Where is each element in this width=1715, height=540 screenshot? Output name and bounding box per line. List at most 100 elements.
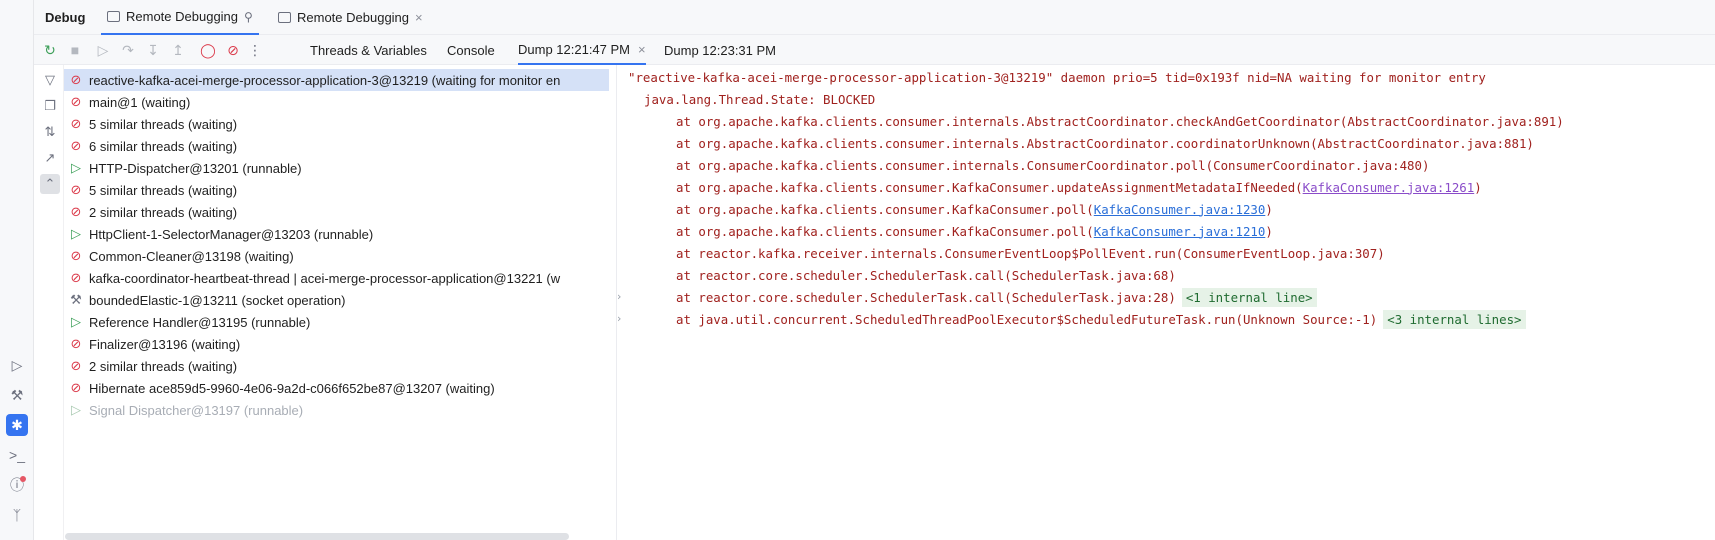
frame-text-end: ) <box>1474 179 1482 195</box>
tab-console[interactable]: Console <box>447 35 495 65</box>
tab-threads-variables[interactable]: Threads & Variables <box>310 35 427 65</box>
thread-label: HttpClient-1-SelectorManager@13203 (runn… <box>89 226 374 242</box>
thread-row[interactable]: ▷ HttpClient-1-SelectorManager@13203 (run… <box>64 223 609 245</box>
tab-dump-2[interactable]: Dump 12:23:31 PM <box>664 35 776 65</box>
thread-row[interactable]: ⊘ Hibernate ace859d5-9960-4e06-9a2d-c066f… <box>64 377 609 399</box>
horizontal-scrollbar[interactable] <box>65 533 569 540</box>
thread-label: 6 similar threads (waiting) <box>89 138 238 154</box>
runnable-thread-icon: ▷ <box>71 226 81 241</box>
sort-icon[interactable]: ⇅ <box>40 122 60 142</box>
terminal-icon[interactable]: >_ <box>6 444 28 466</box>
thread-row[interactable]: ▷ Signal Dispatcher@13197 (runnable) <box>64 399 609 421</box>
copy-icon[interactable]: ❐ <box>40 96 60 116</box>
thread-row[interactable]: ⊘ Finalizer@13196 (waiting) <box>64 333 609 355</box>
frame-text: at reactor.core.scheduler.SchedulerTask.… <box>676 289 1176 305</box>
stack-frame-line: at org.apache.kafka.clients.consumer.Kaf… <box>628 220 1715 242</box>
step-into-icon[interactable]: ↧ <box>144 41 162 59</box>
remote-debug-icon <box>278 12 291 23</box>
thread-dump-actions: ▽ ❐ ⇅ ↗ ⌃ <box>34 65 64 540</box>
socket-thread-icon: ⚒ <box>70 292 82 307</box>
tab-label: Remote Debugging <box>126 9 239 24</box>
tool-window-strip: ▷ ⚒ ✱ >_ ⓘ ᛉ <box>0 0 34 540</box>
thread-label: Reference Handler@13195 (runnable) <box>89 314 311 330</box>
export-icon[interactable]: ↗ <box>40 148 60 168</box>
close-icon[interactable]: × <box>638 42 646 57</box>
thread-label: Common-Cleaner@13198 (waiting) <box>89 248 294 264</box>
pin-icon[interactable]: ⚲ <box>244 10 253 24</box>
frame-text: at org.apache.kafka.clients.consumer.int… <box>676 157 1430 173</box>
thread-label: Hibernate ace859d5-9960-4e06-9a2d-c066f6… <box>89 380 495 396</box>
thread-label: Signal Dispatcher@13197 (runnable) <box>89 402 304 418</box>
frame-text: at java.util.concurrent.ScheduledThreadP… <box>676 311 1378 327</box>
thread-row[interactable]: ▷ HTTP-Dispatcher@13201 (runnable) <box>64 157 609 179</box>
problems-icon[interactable]: ⓘ <box>6 474 28 496</box>
source-link[interactable]: KafkaConsumer.java:1210 <box>1094 224 1266 239</box>
tab-label: Threads & Variables <box>310 42 427 58</box>
waiting-thread-icon: ⊘ <box>70 116 82 131</box>
thread-label: 2 similar threads (waiting) <box>89 204 238 220</box>
stack-frame-line: at org.apache.kafka.clients.consumer.int… <box>628 154 1715 176</box>
close-icon[interactable]: × <box>415 10 423 25</box>
filter-icon[interactable]: ▽ <box>40 70 60 90</box>
thread-label: 5 similar threads (waiting) <box>89 182 238 198</box>
step-out-icon[interactable]: ↥ <box>169 41 187 59</box>
thread-row[interactable]: ⚒ boundedElastic-1@13211 (socket operatio… <box>64 289 609 311</box>
runnable-thread-icon: ▷ <box>71 314 81 329</box>
thread-row[interactable]: ⊘ main@1 (waiting) <box>64 91 609 113</box>
thread-row[interactable]: ⊘ 5 similar threads (waiting) <box>64 113 609 135</box>
thread-row[interactable]: ▷ Reference Handler@13195 (runnable) <box>64 311 609 333</box>
frame-text: at org.apache.kafka.clients.consumer.Kaf… <box>676 179 1303 195</box>
thread-label: HTTP-Dispatcher@13201 (runnable) <box>89 160 302 176</box>
waiting-thread-icon: ⊘ <box>70 380 82 395</box>
tab-remote-debugging-2[interactable]: Remote Debugging × <box>272 0 429 35</box>
folded-lines-badge[interactable]: <1 internal line> <box>1181 287 1317 307</box>
mute-breakpoints-icon[interactable]: ⊘ <box>224 41 242 59</box>
thread-label: boundedElastic-1@13211 (socket operation… <box>89 292 346 308</box>
tab-dump-1[interactable]: Dump 12:21:47 PM × <box>518 35 646 65</box>
stack-frame-line: at reactor.core.scheduler.SchedulerTask.… <box>628 286 1715 308</box>
thread-row[interactable]: ⊘ reactive-kafka-acei-merge-processor-app… <box>64 69 609 91</box>
thread-row[interactable]: ⊘ kafka-coordinator-heartbeat-thread | ac… <box>64 267 609 289</box>
resume-icon[interactable]: ▷ <box>94 41 112 59</box>
view-breakpoints-icon[interactable]: ◯ <box>199 41 217 59</box>
source-link[interactable]: KafkaConsumer.java:1261 <box>1303 180 1475 195</box>
thread-row[interactable]: ⊘ 2 similar threads (waiting) <box>64 355 609 377</box>
waiting-thread-icon: ⊘ <box>70 204 82 219</box>
frame-text: at reactor.core.scheduler.SchedulerTask.… <box>676 267 1176 283</box>
stack-trace-view: "reactive-kafka-acei-merge-processor-app… <box>628 66 1715 540</box>
more-options-icon[interactable]: ⋮ <box>246 41 264 59</box>
tab-remote-debugging-1[interactable]: Remote Debugging ⚲ <box>101 0 259 35</box>
debug-bug-icon[interactable]: ✱ <box>6 414 28 436</box>
expand-arrow-icon[interactable]: › <box>617 290 629 303</box>
waiting-thread-icon: ⊘ <box>70 336 82 351</box>
waiting-thread-icon: ⊘ <box>70 182 82 197</box>
thread-row[interactable]: ⊘ Common-Cleaner@13198 (waiting) <box>64 245 609 267</box>
stack-frame-line: at org.apache.kafka.clients.consumer.int… <box>628 132 1715 154</box>
build-hammer-icon[interactable]: ⚒ <box>6 384 28 406</box>
collapse-icon[interactable]: ⌃ <box>40 174 60 194</box>
thread-label: Finalizer@13196 (waiting) <box>89 336 241 352</box>
frame-text: at org.apache.kafka.clients.consumer.int… <box>676 135 1534 151</box>
debug-toolbar: ↻ ■ ▷ ↷ ↧ ↥ ◯ ⊘ ⋮ Threads & Variables Co… <box>34 35 1715 65</box>
notification-dot <box>20 476 26 482</box>
step-over-icon[interactable]: ↷ <box>119 41 137 59</box>
thread-label: 5 similar threads (waiting) <box>89 116 238 132</box>
expand-arrow-icon[interactable]: › <box>617 312 629 325</box>
services-icon[interactable]: ▷ <box>6 354 28 376</box>
thread-row[interactable]: ⊘ 6 similar threads (waiting) <box>64 135 609 157</box>
tab-label: Remote Debugging <box>297 10 410 25</box>
folded-lines-badge[interactable]: <3 internal lines> <box>1383 309 1526 329</box>
frame-text: at org.apache.kafka.clients.consumer.int… <box>676 113 1564 129</box>
waiting-thread-icon: ⊘ <box>70 358 82 373</box>
thread-row[interactable]: ⊘ 2 similar threads (waiting) <box>64 201 609 223</box>
waiting-thread-icon: ⊘ <box>70 72 82 87</box>
waiting-thread-icon: ⊘ <box>70 94 82 109</box>
thread-row[interactable]: ⊘ 5 similar threads (waiting) <box>64 179 609 201</box>
runnable-thread-icon: ▷ <box>71 160 81 175</box>
stop-icon[interactable]: ■ <box>66 41 84 59</box>
stack-frame-line: at java.util.concurrent.ScheduledThreadP… <box>628 308 1715 330</box>
rerun-icon[interactable]: ↻ <box>41 41 59 59</box>
source-link[interactable]: KafkaConsumer.java:1230 <box>1094 202 1266 217</box>
tab-label: Dump 12:23:31 PM <box>664 42 777 58</box>
git-branch-icon[interactable]: ᛉ <box>6 504 28 526</box>
